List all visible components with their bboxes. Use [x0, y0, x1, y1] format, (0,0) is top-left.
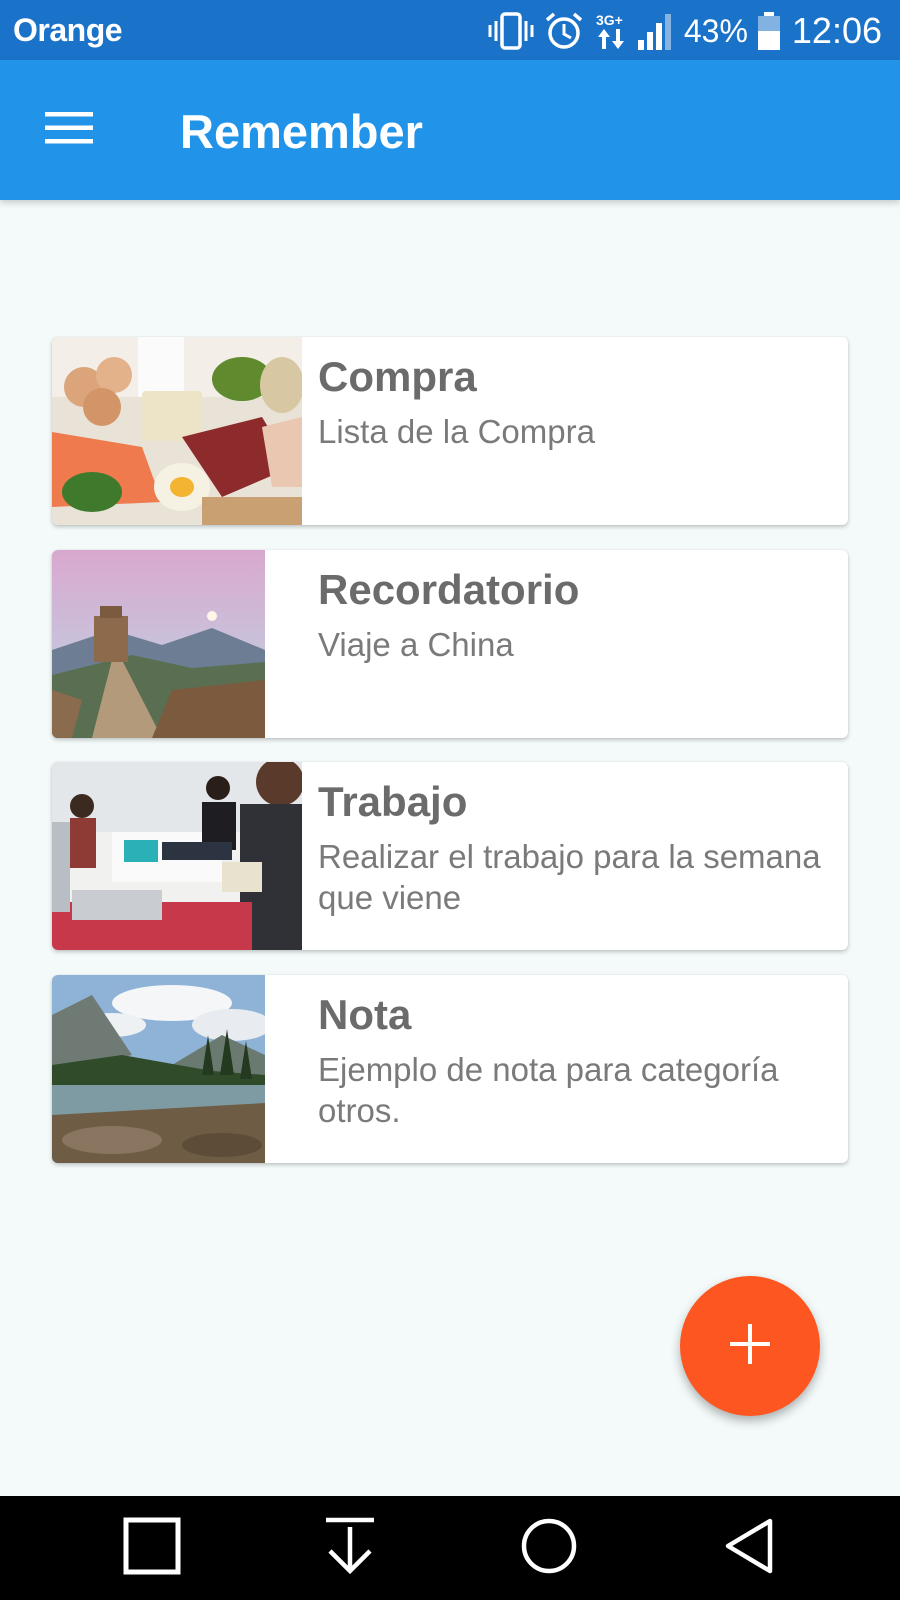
note-title: Recordatorio	[318, 566, 580, 613]
menu-button[interactable]	[38, 102, 102, 158]
home-button[interactable]	[515, 1514, 583, 1582]
great-wall-photo	[52, 550, 265, 738]
note-text: Realizar el trabajo para la semana que v…	[318, 838, 821, 916]
hamburger-menu-icon	[45, 110, 95, 151]
battery-percent: 43%	[683, 12, 748, 49]
network-3g-icon: 3G+	[594, 11, 628, 51]
back-button[interactable]	[714, 1514, 782, 1582]
vibrate-icon	[488, 11, 534, 51]
alarm-icon	[544, 11, 584, 51]
status-bar: Orange 3G+ 43% 12:06	[0, 0, 900, 60]
note-title: Nota	[318, 991, 412, 1038]
plus-icon	[730, 1323, 770, 1369]
notification-pull-icon	[324, 1517, 376, 1580]
clock: 12:06	[791, 10, 882, 51]
back-icon	[722, 1517, 774, 1580]
note-card-recordatorio[interactable]: Recordatorio Viaje a China	[52, 550, 848, 738]
home-icon	[520, 1517, 578, 1580]
carrier-name: Orange	[13, 12, 123, 48]
svg-text:3G+: 3G+	[596, 12, 623, 28]
signal-icon	[637, 12, 674, 50]
add-note-button[interactable]	[680, 1276, 820, 1416]
recent-apps-icon	[123, 1517, 181, 1580]
note-card-nota[interactable]: Nota Ejemplo de nota para categoría otro…	[52, 975, 848, 1163]
battery-icon	[757, 12, 780, 50]
groceries-photo	[52, 337, 302, 525]
status-icons: 3G+ 43% 12:06	[488, 8, 882, 54]
note-text: Viaje a China	[318, 626, 514, 663]
office-work-photo	[52, 762, 302, 950]
note-card-trabajo[interactable]: Trabajo Realizar el trabajo para la sema…	[52, 762, 848, 950]
note-title: Trabajo	[318, 778, 468, 825]
note-title: Compra	[318, 353, 477, 400]
note-text: Lista de la Compra	[318, 413, 595, 450]
recent-apps-button[interactable]	[118, 1514, 186, 1582]
app-bar: Remember	[0, 60, 900, 200]
note-card-compra[interactable]: Compra Lista de la Compra	[52, 337, 848, 525]
note-text: Ejemplo de nota para categoría otros.	[318, 1051, 779, 1129]
notification-pull-button[interactable]	[316, 1514, 384, 1582]
mountain-lake-photo	[52, 975, 265, 1163]
navigation-bar	[0, 1496, 900, 1600]
app-title: Remember	[180, 105, 423, 158]
